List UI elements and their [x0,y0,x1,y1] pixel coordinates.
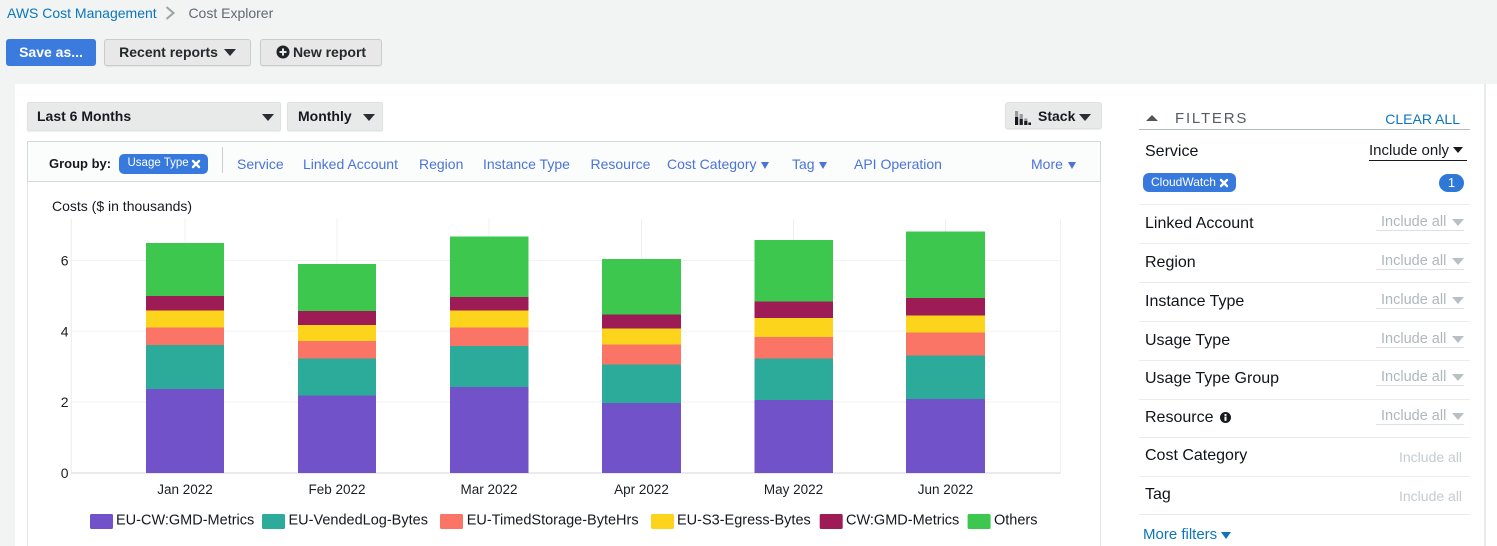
svg-text:6: 6 [61,253,69,269]
svg-text:4: 4 [61,323,69,339]
svg-text:May 2022: May 2022 [764,482,823,497]
svg-text:Jun 2022: Jun 2022 [918,482,974,497]
svg-text:0: 0 [61,465,69,481]
svg-text:Feb 2022: Feb 2022 [308,482,365,497]
svg-text:CW:GMD-Metrics: CW:GMD-Metrics [846,513,959,529]
svg-text:2: 2 [61,394,69,410]
svg-text:EU-VendedLog-Bytes: EU-VendedLog-Bytes [289,513,428,529]
svg-text:EU-S3-Egress-Bytes: EU-S3-Egress-Bytes [677,513,811,529]
svg-text:Jan 2022: Jan 2022 [157,482,213,497]
svg-text:Others: Others [994,513,1038,529]
svg-text:Mar 2022: Mar 2022 [460,482,517,497]
svg-text:EU-TimedStorage-ByteHrs: EU-TimedStorage-ByteHrs [467,513,639,529]
svg-text:EU-CW:GMD-Metrics: EU-CW:GMD-Metrics [116,513,254,529]
svg-text:Apr 2022: Apr 2022 [614,482,669,497]
